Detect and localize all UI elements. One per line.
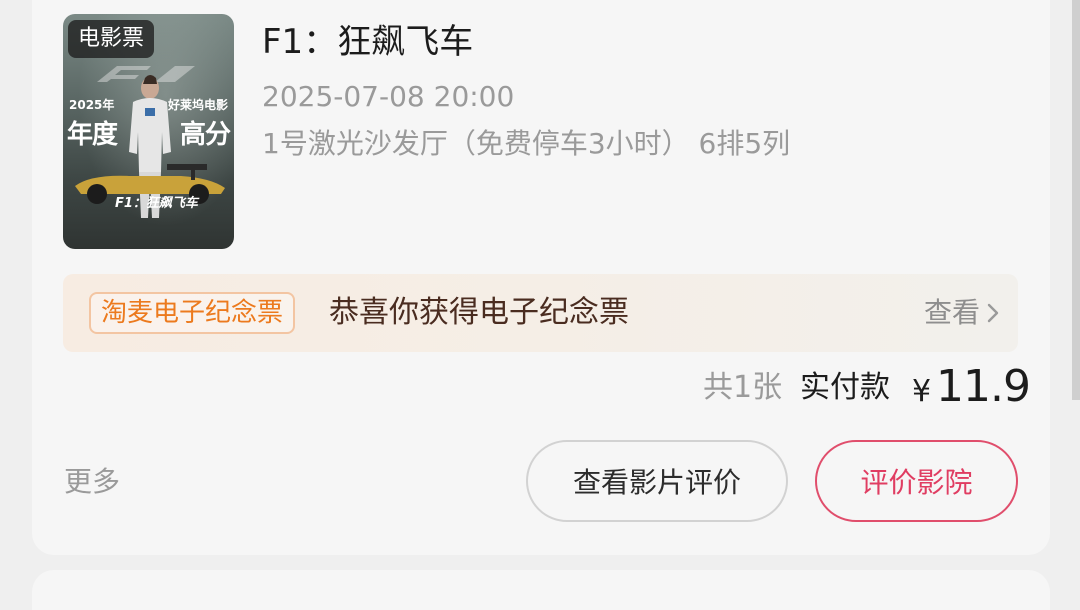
more-button[interactable]: 更多 [64,460,120,504]
rate-cinema-button[interactable]: 评价影院 [815,440,1018,522]
souvenir-ticket-badge: 淘麦电子纪念票 [89,292,296,334]
poster-annual-text: 年度 [67,120,118,150]
ticket-count: 共1张 [703,370,783,405]
next-order-card [32,570,1050,610]
poster-year-text: 2025年 [69,98,115,112]
paid-amount: 11.9 [936,361,1031,412]
chevron-right-icon[interactable] [982,299,1004,327]
poster-high-score-text: 高分 [179,120,231,150]
souvenir-ticket-banner[interactable]: 淘麦电子纪念票 恭喜你获得电子纪念票 查看 [63,274,1018,352]
poster-logo-text: F1：狂飙飞车 [115,196,198,211]
view-film-reviews-button[interactable]: 查看影片评价 [526,440,788,522]
view-souvenir-link[interactable]: 查看 [924,292,980,334]
showtime: 2025-07-08 20:00 [262,80,515,113]
movie-title[interactable]: F1：狂飙飞车 [262,20,473,64]
souvenir-ticket-message: 恭喜你获得电子纪念票 [329,295,629,330]
paid-amount-label: 实付款 [800,370,890,405]
movie-poster[interactable]: 2025年 年度 好莱坞电影 高分 F1：狂飙飞车 电影票 [63,14,234,249]
poster-hollywood-text: 好莱坞电影 [167,98,228,112]
currency-symbol: ¥ [912,374,932,409]
scrollbar-track [1072,0,1080,400]
ticket-type-tag: 电影票 [68,20,155,58]
hall-and-seat: 1号激光沙发厅（免费停车3小时） 6排5列 [262,127,791,160]
